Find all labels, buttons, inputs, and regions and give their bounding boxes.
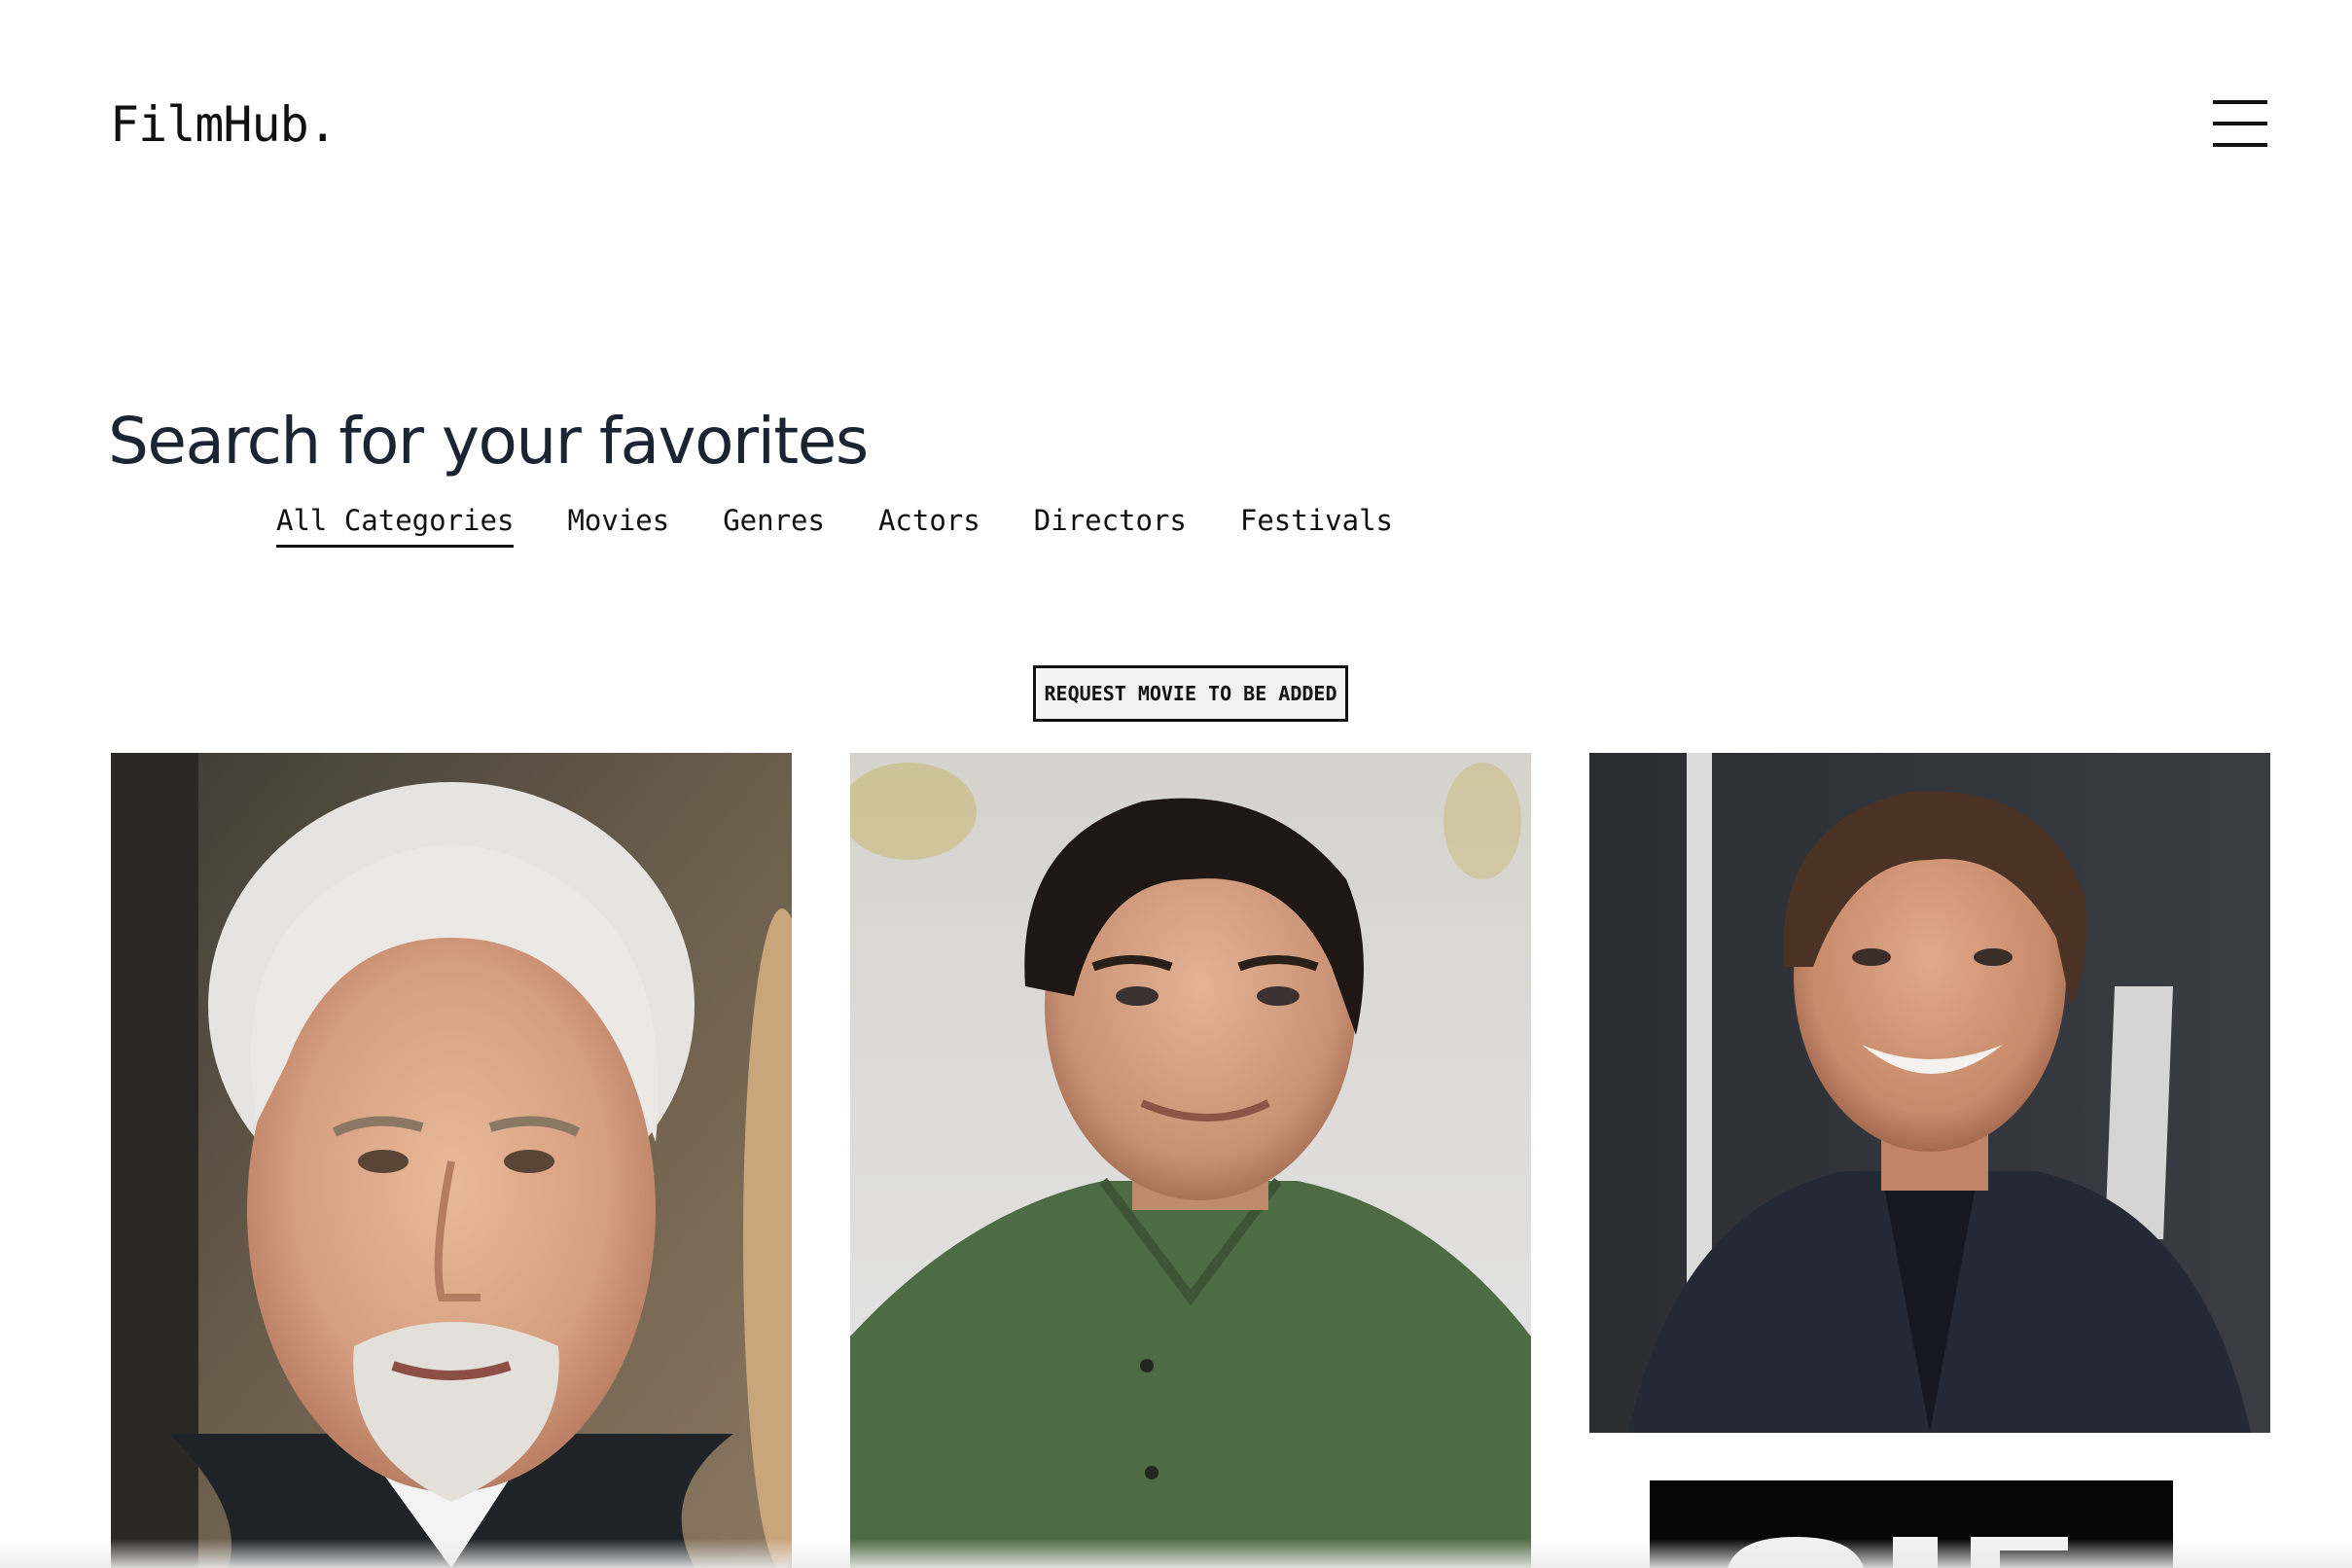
person-photo [111,753,792,1568]
request-movie-button[interactable]: REQUEST MOVIE TO BE ADDED [1033,665,1348,722]
tab-movies[interactable]: Movies [567,500,669,541]
tab-directors[interactable]: Directors [1034,500,1187,541]
person-photo [1589,753,2270,1433]
tab-genres[interactable]: Genres [723,500,825,541]
poster-image [1650,1480,2173,1568]
tab-all-categories[interactable]: All Categories [276,500,515,548]
page-title: Search for your favorites [108,404,869,479]
person-photo [850,753,1531,1568]
hamburger-menu-icon[interactable] [2210,97,2270,154]
person-card[interactable] [850,753,1531,1568]
tab-festivals[interactable]: Festivals [1240,500,1393,541]
person-card[interactable] [111,753,792,1568]
category-tabs: All Categories Movies Genres Actors Dire… [276,500,1393,548]
site-logo[interactable]: FilmHub. [110,93,338,156]
tab-actors[interactable]: Actors [878,500,980,541]
poster-card[interactable] [1650,1480,2173,1568]
person-card[interactable] [1589,753,2270,1433]
